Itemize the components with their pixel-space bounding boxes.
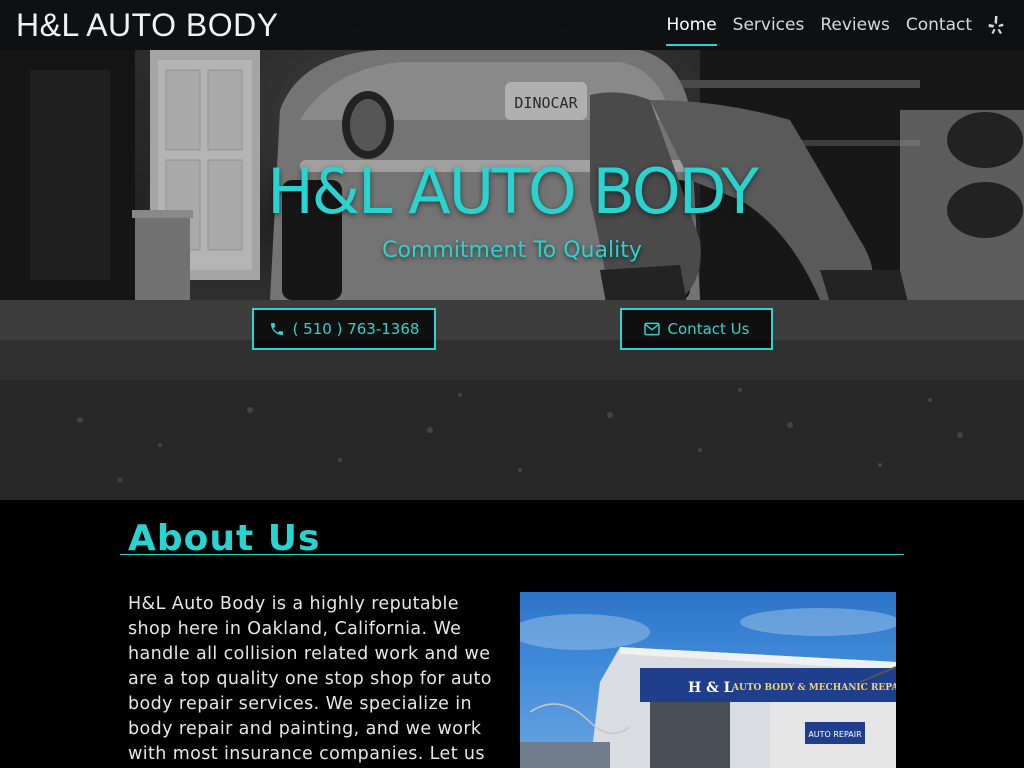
hero-title: H&L AUTO BODY	[267, 155, 759, 228]
phone-icon	[269, 321, 285, 337]
hero-section: DINOCAR H&L AUTO BODY Commitment To Qual…	[0, 0, 1024, 500]
contact-us-button[interactable]: Contact Us	[620, 308, 773, 350]
about-divider	[120, 554, 904, 555]
shop-sign-text: AUTO BODY & MECHANIC REPAIR	[731, 683, 896, 693]
yelp-icon[interactable]	[988, 0, 1008, 50]
main-nav: Home Services Reviews Contact	[650, 0, 1008, 50]
envelope-icon	[643, 322, 660, 336]
about-body-text: H&L Auto Body is a highly reputable shop…	[128, 594, 492, 764]
about-heading: About Us	[128, 518, 321, 559]
shop-sign-sub: AUTO REPAIR	[808, 730, 862, 739]
phone-button-label: ( 510 ) 763-1368	[292, 320, 420, 338]
shop-photo: H & L AUTO BODY & MECHANIC REPAIR AUTO R…	[520, 592, 896, 768]
nav-home[interactable]: Home	[666, 0, 717, 50]
site-brand[interactable]: H&L AUTO BODY	[16, 7, 279, 44]
nav-services[interactable]: Services	[733, 0, 805, 50]
hero-subtitle: Commitment To Quality	[382, 238, 642, 263]
call-phone-button[interactable]: ( 510 ) 763-1368	[252, 308, 436, 350]
nav-reviews[interactable]: Reviews	[820, 0, 890, 50]
contact-button-label: Contact Us	[667, 320, 750, 338]
nav-contact[interactable]: Contact	[906, 0, 972, 50]
shop-sign-name: H & L	[688, 680, 734, 696]
top-navbar: H&L AUTO BODY Home Services Reviews Cont…	[0, 0, 1024, 50]
